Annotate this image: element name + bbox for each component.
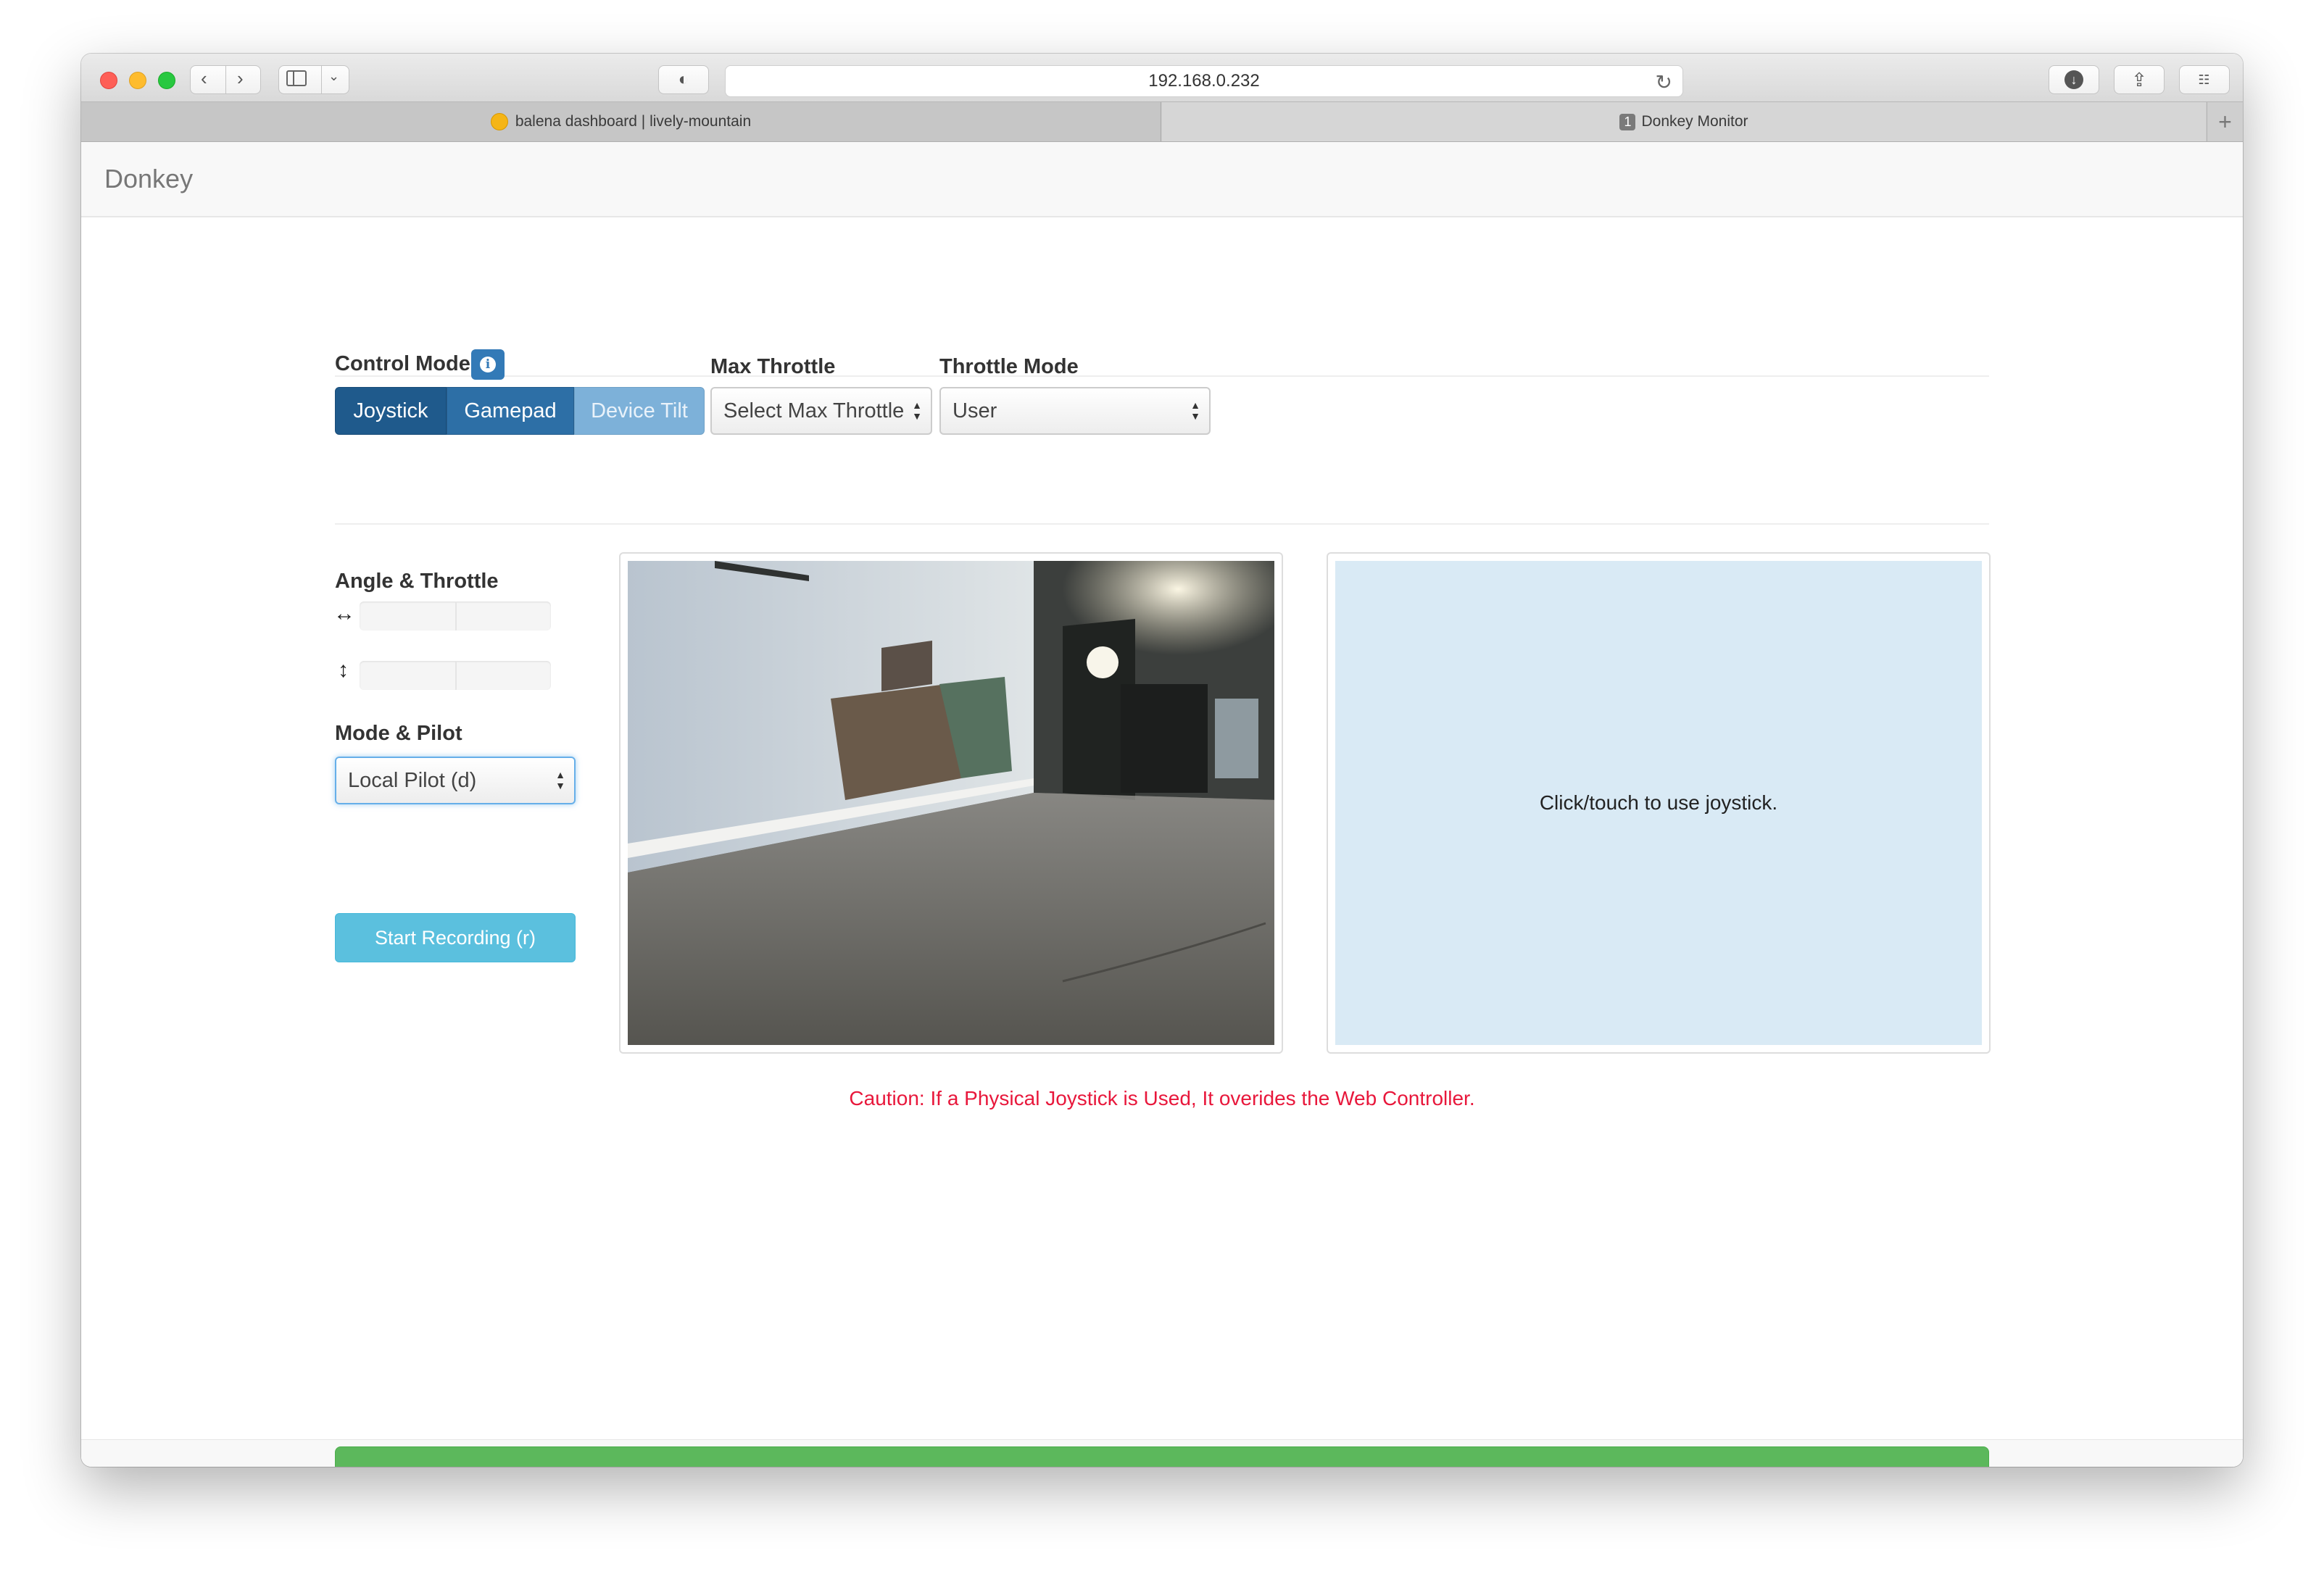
- control-mode-label: Control Mode: [335, 352, 470, 375]
- divider: [335, 375, 1989, 377]
- joystick-frame: Click/touch to use joystick.: [1327, 552, 1991, 1054]
- url-text: 192.168.0.232: [1148, 71, 1260, 91]
- tab-label: Donkey Monitor: [1641, 113, 1748, 130]
- horizontal-arrows-icon: ↔: [333, 601, 355, 625]
- close-window-button[interactable]: [100, 72, 117, 89]
- share-button[interactable]: ⇪: [2114, 65, 2165, 94]
- tab-label: balena dashboard | lively-mountain: [515, 113, 752, 130]
- navbar-brand[interactable]: Donkey: [104, 164, 193, 194]
- info-icon[interactable]: i: [471, 349, 505, 380]
- start-recording-button[interactable]: Start Recording (r): [335, 913, 576, 962]
- browser-window: ‹ › ⌄ ◐ 192.168.0.232 ↻ ↓ ⇪ ☷ balena das…: [81, 54, 2243, 1467]
- throttle-mode-label: Throttle Mode: [939, 355, 1079, 378]
- address-bar[interactable]: 192.168.0.232 ↻: [725, 65, 1683, 97]
- forward-icon[interactable]: ›: [237, 67, 244, 90]
- joystick-mode-button[interactable]: Joystick: [335, 387, 447, 435]
- max-throttle-select[interactable]: Select Max Throttle ▲ ▼: [710, 387, 932, 435]
- device-tilt-mode-button[interactable]: Device Tilt: [574, 387, 705, 435]
- minimize-window-button[interactable]: [129, 72, 146, 89]
- chevron-down-icon[interactable]: ⌄: [328, 69, 339, 84]
- sidebar-toggle: ⌄: [278, 65, 349, 94]
- max-throttle-label: Max Throttle: [710, 355, 836, 378]
- select-arrows-icon: ▲ ▼: [555, 769, 565, 791]
- page-content: Donkey Control Mode i Joystick Gamepad D…: [81, 142, 2243, 1467]
- tab-balena-dashboard[interactable]: balena dashboard | lively-mountain: [81, 102, 1161, 141]
- plus-icon: +: [2218, 108, 2232, 135]
- tab-overview-button[interactable]: ☷: [2179, 65, 2230, 94]
- new-tab-button[interactable]: +: [2207, 102, 2243, 141]
- vertical-arrows-icon: ↕: [338, 658, 349, 682]
- tab-donkey-monitor[interactable]: 1 Donkey Monitor: [1162, 102, 2206, 141]
- camera-feed-frame: [619, 552, 1283, 1054]
- downloads-button[interactable]: ↓: [2049, 65, 2099, 94]
- throttle-bar: [360, 661, 551, 690]
- joystick-hint: Click/touch to use joystick.: [1539, 791, 1778, 814]
- mode-pilot-value: Local Pilot (d): [348, 768, 477, 792]
- shield-icon: ◐: [678, 70, 689, 89]
- max-throttle-value: Select Max Throttle: [723, 399, 905, 422]
- start-vehicle-button[interactable]: Start Vehicle: [335, 1446, 1989, 1467]
- caution-message: Caution: If a Physical Joystick is Used,…: [849, 1087, 1475, 1109]
- browser-toolbar: ‹ › ⌄ ◐ 192.168.0.232 ↻ ↓ ⇪ ☷: [81, 54, 2243, 101]
- history-nav: ‹ ›: [190, 65, 261, 94]
- angle-throttle-label: Angle & Throttle: [335, 570, 499, 593]
- divider: [335, 523, 1989, 525]
- share-icon: ⇪: [2131, 68, 2147, 91]
- privacy-shield-button[interactable]: ◐: [658, 65, 709, 94]
- select-arrows-icon: ▲ ▼: [1190, 399, 1200, 422]
- back-icon[interactable]: ‹: [201, 67, 207, 90]
- camera-feed-image: [628, 561, 1274, 1045]
- angle-bar: [360, 601, 551, 630]
- zoom-window-button[interactable]: [158, 72, 175, 89]
- mode-pilot-select[interactable]: Local Pilot (d) ▲ ▼: [335, 757, 576, 804]
- gamepad-mode-button[interactable]: Gamepad: [447, 387, 574, 435]
- tab-bar: balena dashboard | lively-mountain 1 Don…: [81, 101, 2243, 142]
- control-mode-group: Joystick Gamepad Device Tilt: [335, 387, 705, 435]
- sidebar-icon[interactable]: [286, 70, 307, 86]
- download-icon: ↓: [2064, 70, 2083, 89]
- throttle-mode-value: User: [953, 399, 997, 422]
- navbar: Donkey: [81, 142, 2243, 217]
- mode-pilot-label: Mode & Pilot: [335, 722, 462, 745]
- select-arrows-icon: ▲ ▼: [912, 399, 922, 422]
- joystick-pad[interactable]: Click/touch to use joystick.: [1335, 561, 1982, 1045]
- grid-icon: ☷: [2198, 72, 2211, 87]
- balena-icon: [490, 113, 508, 130]
- reload-icon[interactable]: ↻: [1656, 70, 1672, 94]
- tab-badge: 1: [1619, 113, 1636, 130]
- throttle-mode-select[interactable]: User ▲ ▼: [939, 387, 1211, 435]
